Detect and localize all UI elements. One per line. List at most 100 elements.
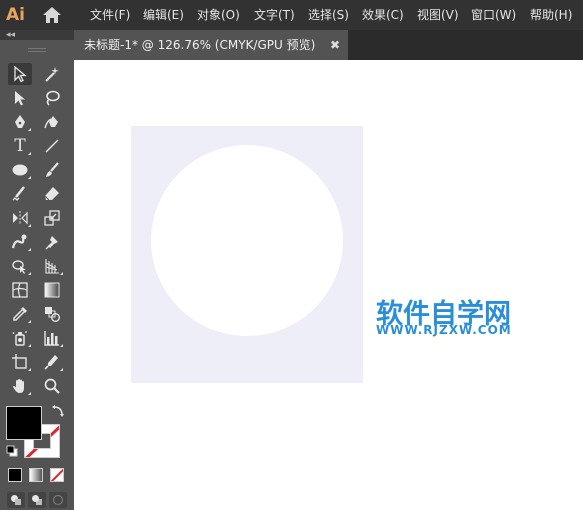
tool-flyout-indicator [28, 320, 31, 323]
ellipse-tool-icon [12, 164, 28, 176]
perspective-grid-tool-icon [45, 259, 59, 274]
tool-direct-selection[interactable] [8, 87, 32, 109]
tool-column-graph[interactable] [40, 327, 64, 349]
shape-builder-tool-icon [12, 260, 26, 274]
tool-warp[interactable] [8, 231, 32, 253]
tool-flyout-indicator [60, 368, 63, 371]
tool-type[interactable]: T [8, 135, 32, 157]
tool-zoom[interactable] [40, 375, 64, 397]
menu-file[interactable]: 文件(F) [90, 0, 130, 30]
tool-reflect[interactable] [8, 207, 32, 229]
home-icon[interactable] [42, 6, 62, 24]
tool-lasso[interactable] [40, 87, 64, 109]
tool-eyedropper[interactable] [8, 303, 32, 325]
shaper-tool-icon [12, 186, 26, 201]
puppet-warp-tool-icon [45, 236, 58, 250]
document-tab-title: 未标题-1* @ 126.76% (CMYK/GPU 预览) [84, 38, 316, 52]
tool-flyout-indicator [28, 176, 31, 179]
magic-wand-tool-icon [45, 67, 59, 82]
menu-object[interactable]: 对象(O) [197, 0, 240, 30]
draw-inside-button[interactable] [49, 492, 67, 508]
tool-flyout-indicator [28, 272, 31, 275]
tool-curvature[interactable] [40, 111, 64, 133]
direct-selection-tool-icon [15, 91, 25, 106]
line-segment-tool-icon [45, 139, 59, 153]
menu-edit[interactable]: 编辑(E) [143, 0, 184, 30]
tool-selection[interactable] [8, 63, 32, 85]
tool-flyout-indicator [28, 392, 31, 395]
tool-gradient[interactable] [40, 279, 64, 301]
tool-perspective-grid[interactable] [40, 255, 64, 277]
hand-tool-icon [13, 379, 24, 393]
gradient-mode-button[interactable] [29, 468, 43, 482]
swap-fill-stroke-icon[interactable] [51, 404, 65, 418]
tool-line-segment[interactable] [40, 135, 64, 157]
panel-collapse-button[interactable]: ◂◂ [0, 30, 74, 40]
draw-normal-button[interactable] [7, 492, 25, 508]
tool-magic-wand[interactable] [40, 63, 64, 85]
eyedropper-tool-icon [13, 307, 27, 321]
draw-behind-icon [32, 495, 42, 505]
fill-swatch[interactable] [6, 406, 42, 440]
tool-slice[interactable] [40, 351, 64, 373]
color-mode-button[interactable] [8, 468, 22, 482]
blend-tool-icon [45, 307, 60, 322]
type-tool-icon: T [14, 136, 26, 156]
tool-artboard[interactable] [8, 351, 32, 373]
draw-behind-button[interactable] [28, 492, 46, 508]
menu-window[interactable]: 窗口(W) [471, 0, 516, 30]
zoom-tool-icon [44, 378, 60, 394]
tool-flyout-indicator [60, 344, 63, 347]
tool-blend[interactable] [40, 303, 64, 325]
tool-symbol-sprayer[interactable] [8, 327, 32, 349]
tool-hand[interactable] [8, 375, 32, 397]
tool-flyout-indicator [28, 368, 31, 371]
tool-pen[interactable] [8, 111, 32, 133]
document-canvas[interactable]: 软件自学网 WWW.RJZXW.COM [74, 60, 583, 510]
grip-icon [28, 48, 46, 52]
menu-view[interactable]: 视图(V) [417, 0, 459, 30]
tool-flyout-indicator [28, 152, 31, 155]
curvature-tool-icon [44, 116, 58, 129]
menu-effect[interactable]: 效果(C) [362, 0, 404, 30]
warp-tool-icon [11, 234, 27, 249]
tool-paintbrush[interactable] [40, 159, 64, 181]
menu-bar: Ai 文件(F) 编辑(E) 对象(O) 文字(T) 选择(S) 效果(C) 视… [0, 0, 583, 30]
tool-eraser[interactable] [40, 183, 64, 205]
tool-scale[interactable] [40, 207, 64, 229]
slice-tool-icon [44, 355, 58, 370]
tool-ellipse[interactable] [8, 159, 32, 181]
tool-shaper[interactable] [8, 183, 32, 205]
tool-mesh[interactable] [8, 279, 32, 301]
tool-flyout-indicator [60, 272, 63, 275]
mesh-tool-icon [12, 282, 28, 298]
artboard-tool-icon [12, 354, 27, 369]
tool-shape-builder[interactable] [8, 255, 32, 277]
pen-tool-icon [15, 115, 25, 128]
none-slash [51, 469, 63, 481]
white-circle[interactable] [151, 145, 343, 336]
tools-panel: T [0, 60, 74, 510]
draw-normal-icon [11, 495, 21, 505]
tab-bar: ◂◂ 未标题-1* @ 126.76% (CMYK/GPU 预览) ✖ [0, 30, 583, 60]
tool-flyout-indicator [28, 248, 31, 251]
draw-inside-icon [52, 494, 64, 506]
none-mode-button[interactable] [50, 468, 64, 482]
tool-flyout-indicator [28, 224, 31, 227]
menu-select[interactable]: 选择(S) [308, 0, 349, 30]
menu-type[interactable]: 文字(T) [254, 0, 295, 30]
paintbrush-tool-icon [46, 162, 59, 177]
selection-tool-icon [14, 65, 27, 83]
close-icon[interactable]: ✖ [328, 30, 342, 60]
reflect-tool-icon [13, 211, 28, 225]
tool-flyout-indicator [28, 344, 31, 347]
watermark-url: WWW.RJZXW.COM [376, 323, 512, 337]
tool-puppet-warp[interactable] [40, 231, 64, 253]
menu-help[interactable]: 帮助(H) [530, 0, 572, 30]
scale-tool-icon [44, 210, 60, 226]
document-tab[interactable]: 未标题-1* @ 126.76% (CMYK/GPU 预览) ✖ [74, 30, 348, 60]
default-fill-stroke-icon[interactable] [6, 445, 18, 457]
tools-panel-header[interactable] [0, 40, 74, 60]
column-graph-tool-icon [44, 331, 59, 346]
symbol-sprayer-tool-icon [12, 331, 27, 346]
